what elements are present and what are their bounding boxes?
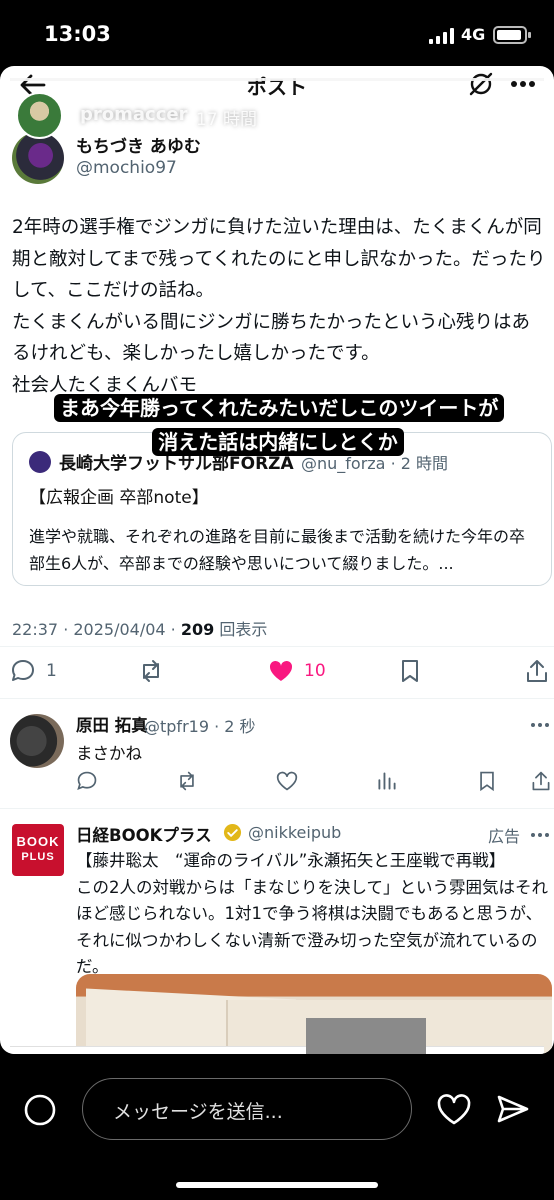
like-action: 10 <box>268 656 326 686</box>
story-more-icon[interactable] <box>456 114 482 122</box>
reply-count: 1 <box>46 661 57 681</box>
quoted-headline: 【広報企画 卒部note】 <box>29 488 209 508</box>
ad-more-icon <box>531 833 549 837</box>
ad-logo-line1: BOOK <box>16 834 60 849</box>
repost-icon <box>143 660 159 682</box>
post-meta: 22:37 · 2025/04/04 · 209 回表示 <box>12 616 267 640</box>
post-timestamp: 22:37 · 2025/04/04 · <box>12 620 181 639</box>
reply-more-icon <box>531 723 549 727</box>
story-progress-bar <box>10 78 544 81</box>
bookmark-icon <box>402 660 418 682</box>
camera-icon[interactable] <box>22 1092 58 1128</box>
close-icon[interactable] <box>509 100 543 134</box>
status-time: 13:03 <box>44 22 111 46</box>
story-caption-text: まあ今年勝ってくれたみたいだしこのツイートが消えた話は内緒にしとくか <box>54 394 505 456</box>
share-action <box>524 656 550 686</box>
post-text: 2年時の選手権でジンガに負けた泣いた理由は、たくまくんが同期と敵対してまで残って… <box>12 217 546 396</box>
divider <box>0 646 554 647</box>
story-username[interactable]: promaccer <box>80 104 187 125</box>
ad-post: BOOK PLUS 日経BOOKプラス @nikkeipub 広告 【藤井聡太 … <box>0 810 554 1054</box>
more-dots-icon <box>511 81 535 87</box>
story-user-overlay: promaccer 17 時間 <box>0 92 554 142</box>
like-count: 10 <box>304 661 326 681</box>
ad-image <box>76 974 552 1054</box>
heart-filled-icon <box>269 660 293 681</box>
reply-avatar <box>10 714 64 768</box>
post-actions: 1 10 <box>0 652 554 692</box>
bookmark-icon <box>480 771 494 792</box>
story-card[interactable]: ポスト promaccer 17 時間 もちづき あゆむ @mochio97 2… <box>0 66 554 1054</box>
quoted-avatar <box>29 451 51 473</box>
reply-meta: @tpfr19 · 2 秒 <box>144 717 256 736</box>
network-label: 4G <box>461 25 486 44</box>
reply-post: 原田 拓真 @tpfr19 · 2 秒 まさかね <box>0 700 554 808</box>
repost-icon <box>180 771 194 791</box>
send-icon[interactable] <box>496 1092 530 1126</box>
ad-tag: 広告 <box>488 827 521 846</box>
ad-logo-line2: PLUS <box>21 851 55 863</box>
views-label: 回表示 <box>214 620 268 639</box>
share-icon <box>532 771 550 791</box>
next-item-edge <box>10 1046 544 1054</box>
story-caption: まあ今年勝ってくれたみたいだしこのツイートが消えた話は内緒にしとくか <box>54 391 505 459</box>
author-handle: @mochio97 <box>76 158 177 178</box>
repost-action <box>138 656 164 686</box>
heart-icon[interactable] <box>436 1092 472 1126</box>
home-indicator[interactable] <box>176 1182 378 1188</box>
divider <box>0 698 554 699</box>
divider <box>0 808 554 809</box>
analytics-icon <box>378 772 396 790</box>
heart-icon <box>276 771 298 791</box>
ad-handle: @nikkeipub <box>248 823 342 842</box>
verified-badge-icon <box>223 823 242 842</box>
reply-name: 原田 拓真 <box>76 716 148 735</box>
message-placeholder: メッセージを送信... <box>113 1101 283 1123</box>
status-bar: 13:03 4G <box>0 0 554 66</box>
reply-text: まさかね <box>76 744 142 763</box>
signal-icon <box>429 28 455 44</box>
share-icon <box>527 660 547 682</box>
message-input[interactable]: メッセージを送信... <box>82 1078 412 1140</box>
story-avatar[interactable] <box>16 92 63 139</box>
bookmark-action <box>397 656 423 686</box>
story-reply-bar: メッセージを送信... <box>0 1054 554 1200</box>
quoted-body: 進学や就職、それぞれの進路を目前に最後まで活動を続けた今年の卒部生6人が、卒部ま… <box>29 527 526 573</box>
reply-icon <box>12 660 34 681</box>
ad-text: 【藤井聡太 “運命のライバル”永瀬拓矢と王座戦で再戦】 この2人の対戦からは「ま… <box>76 851 549 976</box>
reply-actions <box>76 770 552 796</box>
reply-icon <box>77 771 97 791</box>
ad-logo: BOOK PLUS <box>12 824 64 876</box>
ad-name: 日経BOOKプラス <box>76 826 212 845</box>
battery-icon <box>493 26 531 44</box>
views-count: 209 <box>180 620 215 639</box>
reply-action: 1 <box>10 656 57 686</box>
story-time-ago: 17 時間 <box>196 110 258 130</box>
